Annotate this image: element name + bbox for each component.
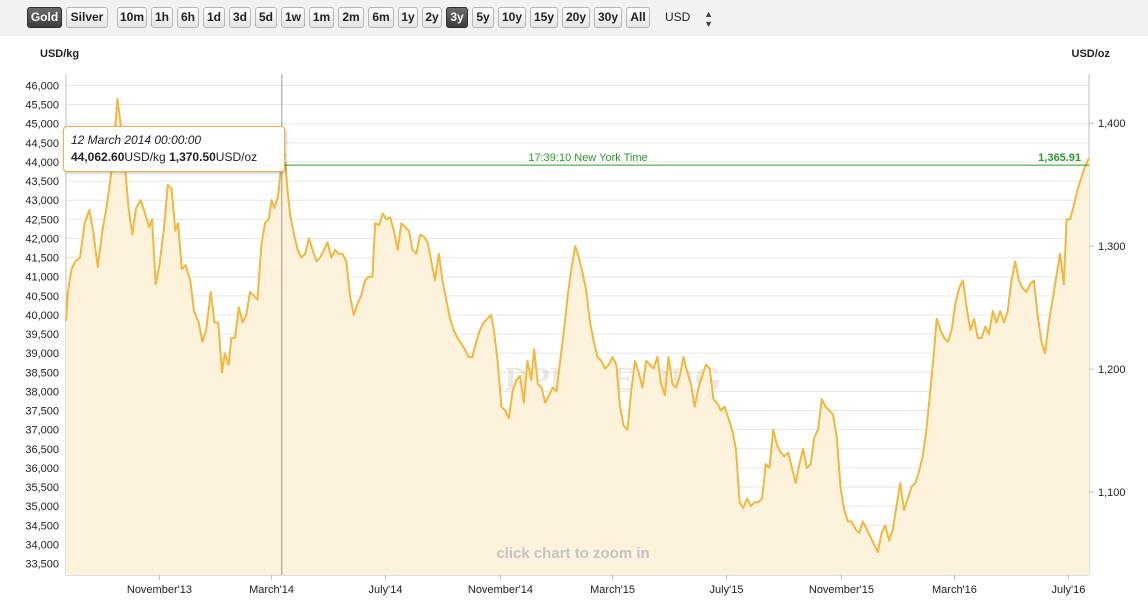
left-tick-label: 35,500 — [25, 482, 59, 494]
left-tick-label: 45,000 — [25, 119, 59, 131]
range-button-10m[interactable]: 10m — [117, 7, 147, 28]
left-tick-label: 46,000 — [25, 80, 59, 92]
left-tick-label: 41,000 — [25, 272, 59, 284]
range-button-2y[interactable]: 2y — [422, 7, 442, 28]
range-button-5y[interactable]: 5y — [472, 7, 494, 28]
x-tick-label: July'15 — [710, 584, 744, 596]
left-tick-label: 37,500 — [25, 406, 59, 418]
left-tick-label: 42,500 — [25, 214, 59, 226]
range-button-1d[interactable]: 1d — [203, 7, 225, 28]
left-tick-label: 34,000 — [25, 539, 59, 551]
range-button-1w[interactable]: 1w — [281, 7, 305, 28]
left-tick-label: 44,500 — [25, 138, 59, 150]
tooltip-date: 12 March 2014 00:00:00 — [71, 133, 202, 147]
range-button-5d[interactable]: 5d — [255, 7, 277, 28]
range-button-15y[interactable]: 15y — [530, 7, 558, 28]
range-button-6m[interactable]: 6m — [368, 7, 394, 28]
tooltip-kg-unit: USD/kg — [124, 150, 166, 164]
x-tick-label: March'14 — [249, 584, 294, 596]
range-button-2m[interactable]: 2m — [338, 7, 364, 28]
left-tick-label: 34,500 — [25, 520, 59, 532]
left-tick-label: 45,500 — [25, 100, 59, 112]
hover-tooltip: 12 March 2014 00:00:00 44,062.60USD/kg 1… — [63, 126, 285, 172]
select-arrows-icon: ▲ ▼ — [704, 9, 713, 29]
left-tick-label: 42,000 — [25, 233, 59, 245]
range-button-3y[interactable]: 3y — [446, 7, 468, 28]
range-button-6h[interactable]: 6h — [177, 7, 199, 28]
left-tick-label: 36,000 — [25, 463, 59, 475]
left-tick-label: 40,500 — [25, 291, 59, 303]
right-tick-label: 1,400 — [1098, 118, 1126, 130]
left-tick-label: 38,000 — [25, 386, 59, 398]
x-tick-label: March'16 — [932, 584, 977, 596]
left-tick-label: 38,500 — [25, 367, 59, 379]
right-tick-label: 1,300 — [1098, 241, 1126, 253]
range-button-1y[interactable]: 1y — [398, 7, 418, 28]
range-button-20y[interactable]: 20y — [562, 7, 590, 28]
current-time-label: 17:39:10 New York Time — [528, 152, 647, 164]
left-tick-label: 39,000 — [25, 348, 59, 360]
x-tick-label: November'13 — [127, 584, 192, 596]
left-tick-label: 44,000 — [25, 157, 59, 169]
range-button-3d[interactable]: 3d — [229, 7, 251, 28]
toolbar: Gold Silver 10m 1h 6h 1d 3d 5d 1w 1m 2m 6m 1y 2y 3y 5y 1… — [0, 0, 1148, 36]
range-button-1h[interactable]: 1h — [151, 7, 173, 28]
currency-select[interactable]: USD ▲ ▼ — [657, 7, 719, 29]
range-button-1m[interactable]: 1m — [309, 7, 334, 28]
currency-value: USD — [665, 10, 691, 24]
tooltip-oz-unit: USD/oz — [215, 150, 258, 164]
range-button-30y[interactable]: 30y — [594, 7, 622, 28]
right-tick-label: 1,200 — [1098, 364, 1126, 376]
x-tick-label: July'14 — [369, 584, 403, 596]
left-axis-title: USD/kg — [40, 48, 79, 60]
x-tick-label: March'15 — [590, 584, 635, 596]
range-button-all[interactable]: All — [626, 7, 650, 28]
zoom-hint: click chart to zoom in — [496, 545, 649, 562]
left-tick-label: 40,000 — [25, 310, 59, 322]
x-tick-label: November'14 — [468, 584, 533, 596]
left-tick-label: 36,500 — [25, 444, 59, 456]
left-tick-label: 35,000 — [25, 501, 59, 513]
left-tick-label: 43,500 — [25, 176, 59, 188]
left-tick-label: 33,500 — [25, 559, 59, 571]
metal-button-gold[interactable]: Gold — [27, 7, 62, 28]
price-chart[interactable]: GOLDPRICE.ORG 17:39:10 New York Time 1,3… — [0, 36, 1148, 606]
tooltip-kg-value: 44,062.60 — [71, 150, 125, 164]
left-tick-label: 39,500 — [25, 329, 59, 341]
left-tick-label: 41,500 — [25, 253, 59, 265]
tooltip-values: 44,062.60USD/kg 1,370.50USD/oz — [71, 150, 284, 164]
current-price-label: 1,365.91 — [1038, 152, 1081, 164]
right-axis-title: USD/oz — [1072, 48, 1111, 60]
x-tick-label: July'16 — [1051, 584, 1085, 596]
right-tick-label: 1,100 — [1098, 487, 1126, 499]
left-tick-label: 43,000 — [25, 195, 59, 207]
range-button-10y[interactable]: 10y — [498, 7, 526, 28]
metal-button-silver[interactable]: Silver — [66, 7, 108, 28]
left-tick-label: 37,000 — [25, 425, 59, 437]
x-tick-label: November'15 — [809, 584, 874, 596]
tooltip-oz-value: 1,370.50 — [169, 150, 216, 164]
